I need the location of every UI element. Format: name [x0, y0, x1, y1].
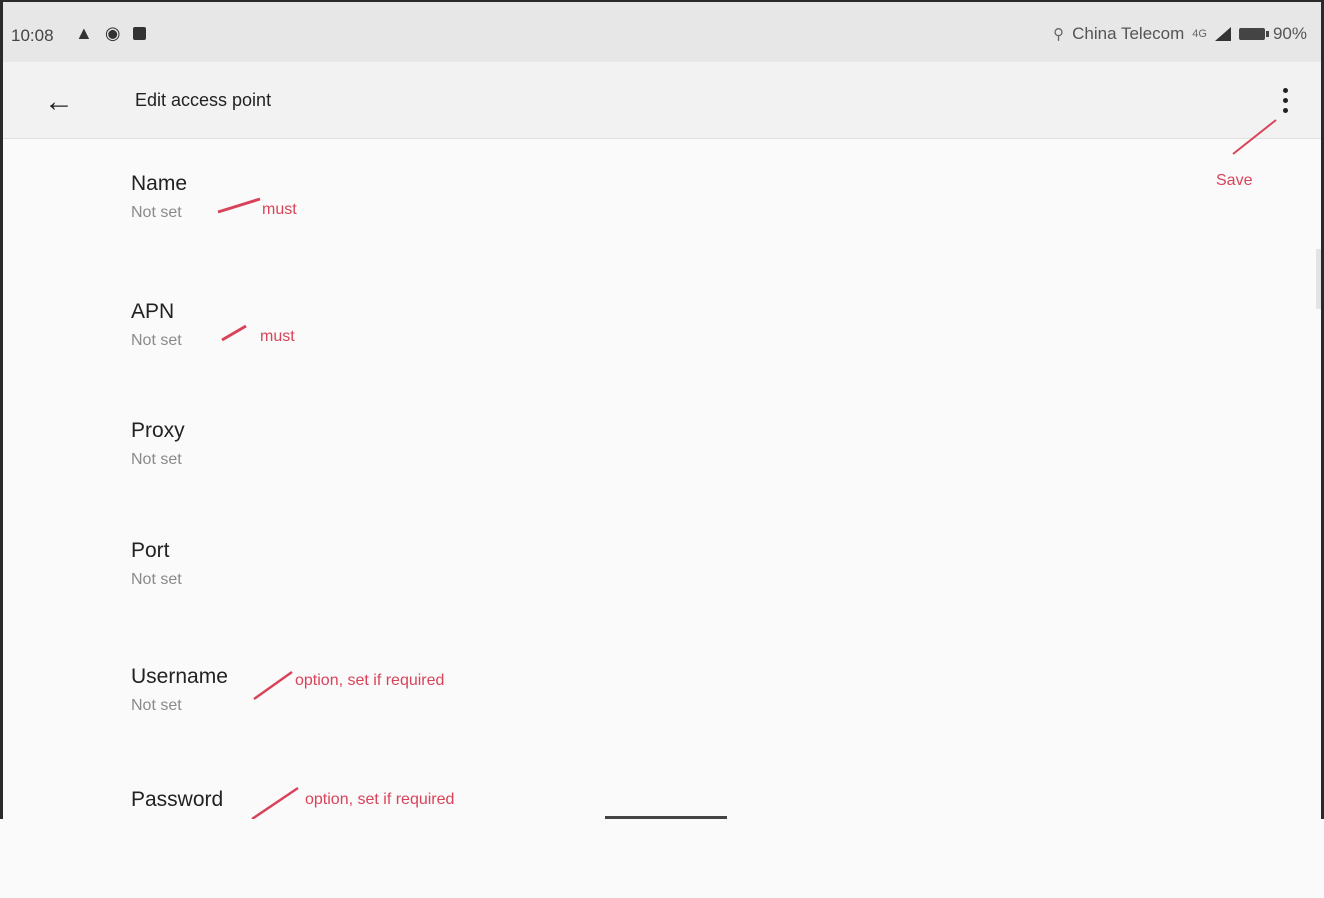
pref-title: Username [131, 665, 228, 688]
battery-percent: 90% [1272, 24, 1307, 43]
signal-icon [1214, 27, 1231, 41]
status-right-group: ⚲ China Telecom 4G 90% [1053, 24, 1307, 44]
pref-title: Port [131, 539, 170, 562]
pref-summary: Not set [131, 451, 182, 468]
pref-summary: Not set [131, 204, 182, 221]
username-annotation: option, set if required [295, 672, 445, 689]
status-time: 10:08 [11, 26, 54, 45]
pref-password[interactable]: Password [3, 788, 1203, 898]
more-vert-icon-dot [1282, 107, 1288, 113]
pref-summary: Not set [131, 697, 182, 714]
pref-summary: Not set [131, 332, 182, 349]
preference-list: Name Not set APN Not set Proxy Not set P… [3, 139, 1321, 819]
record-icon: ◉ [104, 23, 121, 43]
more-vert-icon [1282, 87, 1288, 93]
pref-proxy[interactable]: Proxy Not set [3, 419, 1203, 529]
pref-summary: Not set [131, 571, 182, 588]
battery-icon [1238, 28, 1269, 40]
image-icon [132, 26, 146, 40]
apn-annotation: must [260, 328, 295, 345]
pref-title: Password [131, 788, 224, 811]
back-button[interactable]: ← [39, 82, 79, 122]
scrollbar[interactable] [1316, 249, 1321, 309]
sim-icon: ⚲ [1053, 26, 1065, 43]
pref-title: Name [131, 172, 188, 195]
password-annotation: option, set if required [305, 791, 455, 808]
app-bar: ← Edit access point [3, 62, 1321, 139]
pref-title: Proxy [131, 419, 185, 442]
warning-icon: ▲ [75, 23, 93, 43]
pref-title: APN [131, 300, 175, 323]
pref-port[interactable]: Port Not set [3, 539, 1203, 649]
overflow-menu-button[interactable] [1265, 76, 1305, 124]
back-arrow-icon: ← [44, 85, 74, 118]
pref-username[interactable]: Username Not set [3, 665, 1203, 775]
page-title: Edit access point [135, 90, 272, 110]
name-annotation: must [262, 201, 297, 218]
network-type: 4G [1192, 28, 1207, 40]
status-bar: 10:08 ▲ ◉ ⚲ China Telecom 4G 90% [3, 2, 1321, 62]
save-annotation: Save [1216, 172, 1253, 189]
notification-icons: ▲ ◉ [75, 24, 146, 42]
carrier-name: China Telecom [1072, 24, 1185, 43]
pref-name[interactable]: Name Not set [3, 172, 1203, 282]
pref-apn[interactable]: APN Not set [3, 300, 1203, 410]
more-vert-icon-dot [1282, 97, 1288, 103]
